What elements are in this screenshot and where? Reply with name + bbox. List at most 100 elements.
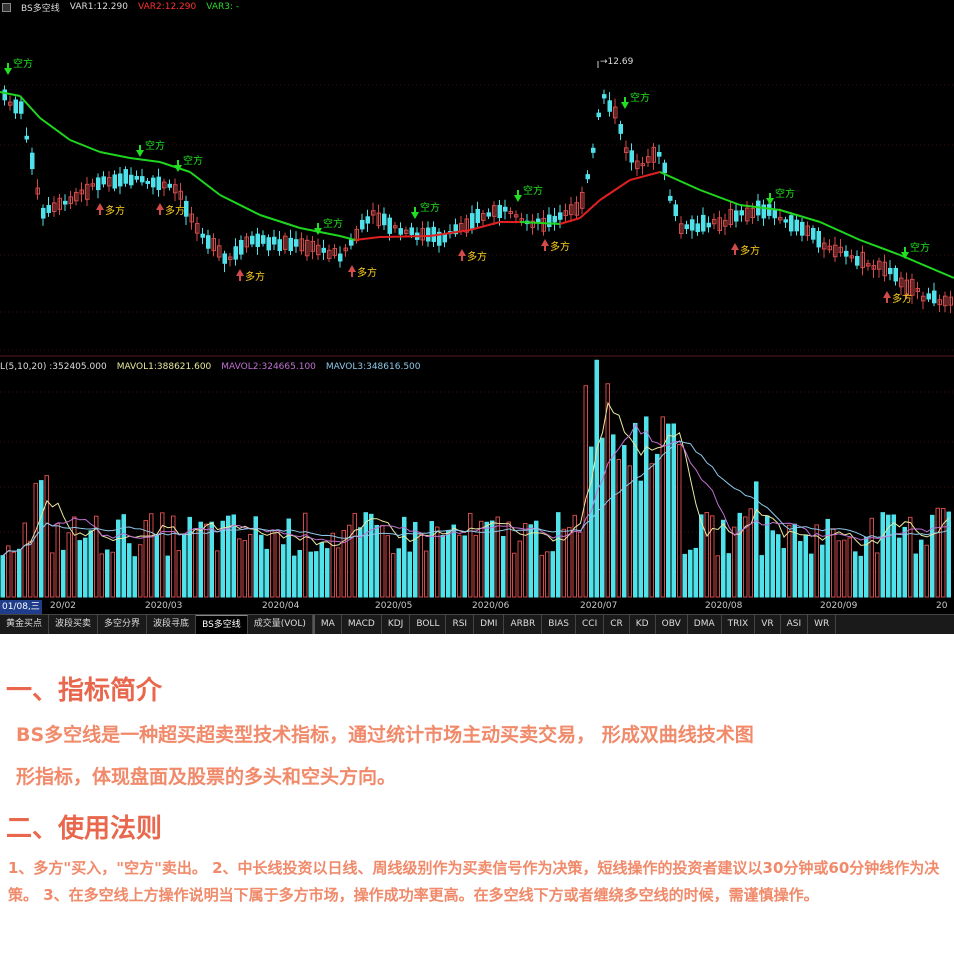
volume-bar [759,555,764,598]
buy-arrow-icon [156,203,164,210]
volume-bar [374,524,379,598]
volume-bar [869,517,874,598]
volume-bar [418,534,423,598]
volume-bar [39,480,44,598]
tab-0[interactable]: 黄金买点 [0,615,50,634]
volume-bar [682,553,687,598]
var3-value: VAR3: - [206,2,240,12]
tab-16[interactable]: KD [630,615,656,634]
candle-body [794,219,799,232]
candle-body [844,250,849,257]
tab-17[interactable]: OBV [656,615,688,634]
tab-1[interactable]: 波段买卖 [49,615,99,634]
tab-19[interactable]: TRIX [722,615,756,634]
volume-bar [297,549,302,598]
volume-bar [732,526,737,598]
date-tick: 2020/07 [580,601,618,611]
volume-bar [451,524,456,598]
tab-15[interactable]: CR [604,615,630,634]
tab-21[interactable]: ASI [781,615,809,634]
tab-5[interactable]: 成交量(VOL) [248,615,313,634]
volume-bar [853,551,858,598]
tab-8[interactable]: KDJ [382,615,411,634]
tab-4[interactable]: BS多空线 [196,615,248,634]
tab-6[interactable]: MA [312,615,342,634]
sell-arrow-icon [411,212,419,219]
volume-bar [446,530,451,598]
volume-bar [308,551,313,598]
volume-bar [946,511,951,598]
volume-bar [578,531,583,598]
candle-body [657,151,662,157]
buy-signal-label: 多方 [740,244,760,257]
candle-body [184,200,189,217]
candle-body [13,99,18,114]
tab-2[interactable]: 多空分界 [98,615,148,634]
candle-body [816,230,821,248]
candle-body [261,235,266,244]
volume-bar [919,539,924,598]
candle-body [673,204,678,217]
candle-body [668,195,673,201]
tab-14[interactable]: CCI [576,615,605,634]
candle-body [123,169,128,184]
volume-bar [600,437,605,598]
tab-12[interactable]: ARBR [504,615,543,634]
candle-body [46,205,51,213]
sell-arrow-icon [4,68,12,75]
stock-chart-panel[interactable]: 空方 空方 空方 空方 空方 空方 空方 空方 空方 多方 多方 多方 多方 多方 多方 多方 多方 →12.69… [0,0,954,634]
volume-bar [726,553,731,598]
candle-body [382,213,387,226]
bs-line-segment [259,214,301,229]
tab-3[interactable]: 波段寻底 [147,615,197,634]
volume-bar [567,527,572,598]
bs-line-segment [559,217,581,225]
volume-bar [17,548,22,598]
volume-bar [803,534,808,598]
kline-chart[interactable]: 空方空方空方空方空方空方空方空方空方多方 多方多方 多方多方多方 多方多方→12.69 [0,0,954,600]
intro-line-1: BS多空线是一种超买超卖型技术指标，通过统计市场主动买卖交易， 形成双曲线技术图 [16,724,754,746]
buy-arrow-icon [96,203,104,210]
sell-signal-label: 空方 [323,217,343,230]
bs-line-segment [819,221,861,241]
cursor-date-label: 01/08,三 [0,600,42,614]
candle-body [134,175,139,180]
candle-body [591,147,596,153]
volume-bar [77,540,82,598]
volume-bar [220,520,225,598]
volume-bar [858,555,863,598]
volume-bar [352,512,357,598]
tab-13[interactable]: BIAS [542,615,576,634]
volume-bar [616,459,621,598]
tab-22[interactable]: WR [808,615,837,634]
buy-arrow-icon [541,239,549,246]
candle-body [596,112,601,118]
tab-10[interactable]: RSI [446,615,475,634]
candle-body [475,208,480,224]
candle-body [585,174,590,180]
candle-body [321,247,326,253]
volume-bar [237,538,242,598]
volume-bar [336,547,341,598]
volume-bar [358,527,363,598]
candle-body [783,219,788,223]
tab-11[interactable]: DMI [474,615,505,634]
candle-body [360,219,365,230]
candle-body [338,253,343,262]
volume-bar [314,551,319,598]
tab-9[interactable]: BOLL [410,615,447,634]
candle-body [607,100,612,112]
tab-18[interactable]: DMA [688,615,722,634]
bs-line-segment [379,235,431,238]
volume-bar [50,552,55,598]
volume-bar [831,528,836,598]
candle-body [926,293,931,300]
candle-body [789,215,794,232]
vol-value: L(5,10,20) :352405.000 [0,362,107,372]
tab-20[interactable]: VR [755,615,781,634]
candle-body [239,239,244,255]
candle-body [547,214,552,227]
tab-7[interactable]: MACD [342,615,382,634]
candle-body [602,94,607,99]
date-tick: 20/02 [50,601,76,611]
